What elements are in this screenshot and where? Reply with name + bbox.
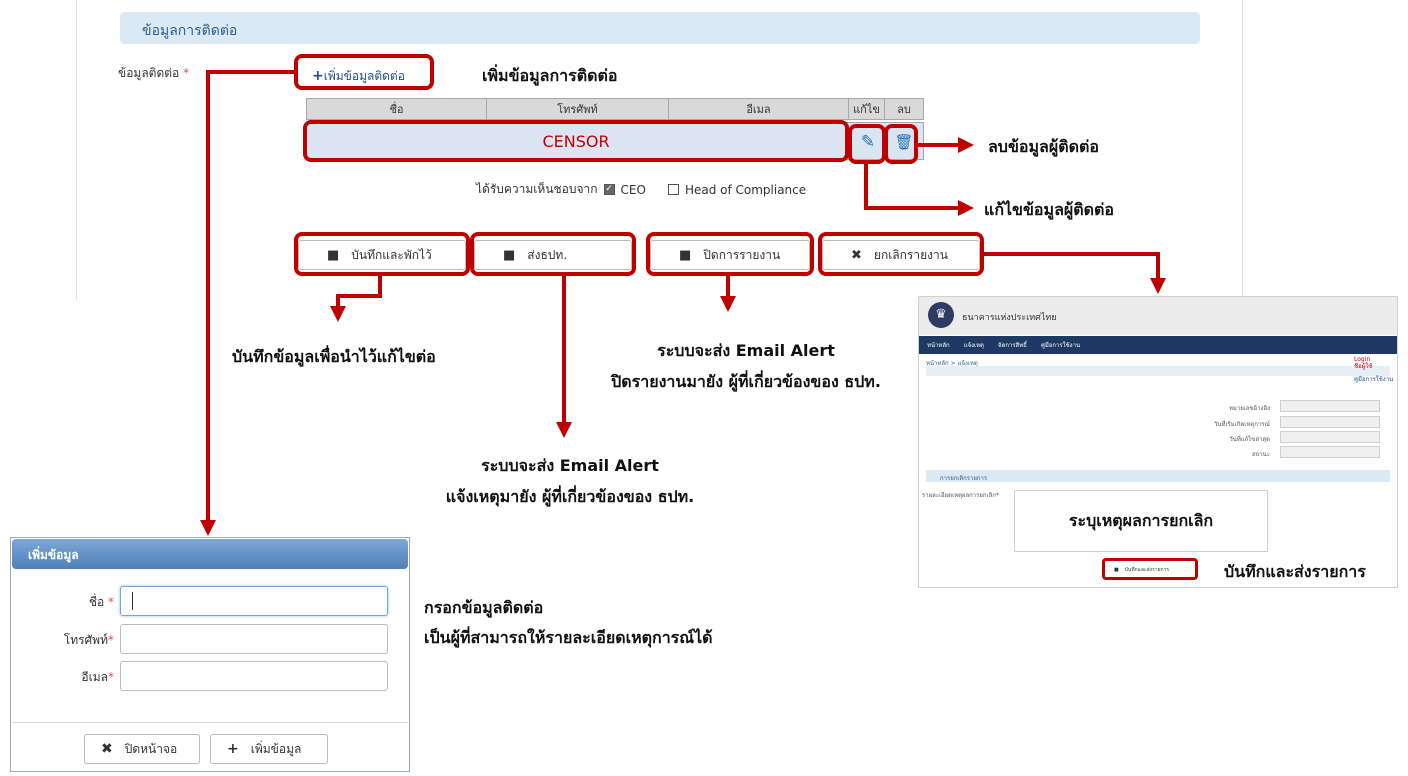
connector <box>984 252 1160 256</box>
mini-field-value <box>1280 400 1380 412</box>
note-delete-contact: ลบข้อมูลผู้ติดต่อ <box>988 137 1100 156</box>
head-of-compliance-label: Head of Compliance <box>684 182 807 197</box>
mini-nav: หน้าหลัก แจ้งเหตุ จัดการสิทธิ์ คู่มือการ… <box>919 336 1397 354</box>
connector <box>864 206 960 210</box>
contact-field-label: ข้อมูลติดต่อ * <box>118 64 189 83</box>
mini-breadcrumb-bar <box>926 366 1390 376</box>
panel-left-border <box>76 0 77 300</box>
mini-bank-name: ธนาคารแห่งประเทศไทย <box>962 313 1057 323</box>
highlight-close-report <box>646 232 814 276</box>
approval-group: ได้รับความเห็นชอบจาก ✓ CEO Head of Compl… <box>476 180 806 199</box>
plus-icon: + <box>227 741 239 757</box>
note-send-alert-2: แจ้งเหตุมายัง ผู้ที่เกี่ยวข้องของ ธปท. <box>445 487 695 506</box>
highlight-send <box>470 232 636 276</box>
connector <box>206 70 210 522</box>
note-send-alert-1: ระบบจะส่ง Email Alert <box>481 456 659 475</box>
note-edit-contact: แก้ไขข้อมูลผู้ติดต่อ <box>984 200 1115 219</box>
note-save-draft: บันทึกข้อมูลเพื่อนำไว้แก้ไขต่อ <box>232 347 436 366</box>
add-data-button[interactable]: + เพิ่มข้อมูล <box>210 734 328 764</box>
mini-field-label: วันที่แก้ไขล่าสุด <box>1229 436 1270 443</box>
text-caret <box>132 592 133 610</box>
highlight-row <box>303 120 849 162</box>
col-name: ชื่อ <box>307 99 487 119</box>
mini-field-label: สถานะ <box>1252 451 1270 458</box>
phone-label: โทรศัพท์* <box>63 633 114 647</box>
note-close-alert-2: ปิดรายงานมายัง ผู้ที่เกี่ยวข้องของ ธปท. <box>611 372 881 391</box>
col-email: อีเมล <box>669 99 849 119</box>
arrow-down-icon <box>556 422 572 438</box>
connector <box>336 294 382 298</box>
mini-breadcrumb: หน้าหลัก > แจ้งเหตุ <box>926 360 978 367</box>
mini-nav-item[interactable]: หน้าหลัก <box>927 340 950 350</box>
close-icon: ✖ <box>101 741 113 757</box>
ceo-label: CEO <box>620 182 646 197</box>
contact-table-header: ชื่อ โทรศัพท์ อีเมล แก้ไข ลบ <box>306 98 924 120</box>
mini-nav-item[interactable]: คู่มือการใช้งาน <box>1041 340 1080 350</box>
mini-section-title: การยกเลิกรายการ <box>940 475 988 482</box>
arrow-down-icon <box>200 520 216 536</box>
mini-login[interactable]: Login ชื่อผู้ใช้ <box>1354 356 1372 370</box>
email-input[interactable] <box>120 661 388 691</box>
contact-label-text: ข้อมูลติดต่อ <box>118 66 180 80</box>
mini-field-label: หมายเลขอ้างอิง <box>1228 405 1270 412</box>
arrow-down-icon <box>1150 278 1166 294</box>
ceo-checkbox[interactable]: ✓ <box>603 184 615 195</box>
modal-title: เพิ่มข้อมูล <box>28 548 79 562</box>
section-header <box>120 12 1200 44</box>
arrow-down-icon <box>330 306 346 322</box>
highlight-save-draft <box>294 232 470 276</box>
col-phone: โทรศัพท์ <box>487 99 669 119</box>
arrow-right-icon <box>958 137 974 153</box>
highlight-mini-save <box>1102 558 1198 580</box>
connector <box>864 164 868 210</box>
panel-right-border <box>1242 0 1243 300</box>
highlight-delete <box>884 124 918 164</box>
name-input[interactable] <box>120 586 388 616</box>
note-save-and-send: บันทึกและส่งรายการ <box>1224 562 1366 581</box>
note-add-contact: เพิ่มข้อมูลการติดต่อ <box>482 66 618 85</box>
note-cancel-reason: ระบุเหตุผลการยกเลิก <box>1068 510 1214 530</box>
mini-nav-item[interactable]: จัดการสิทธิ์ <box>998 340 1027 350</box>
highlight-add-contact <box>294 54 434 90</box>
mini-field-label: วันที่เริ่มเกิดเหตุการณ์ <box>1214 421 1270 428</box>
mini-reason-label: รายละเอียดเหตุผลการยกเลิก* <box>922 492 999 499</box>
arrow-right-icon <box>958 200 974 216</box>
mini-nav-item[interactable]: แจ้งเหตุ <box>964 340 984 350</box>
note-fill-contact-2: เป็นผู้ที่สามารถให้รายละเอียดเหตุการณ์ได… <box>424 628 713 647</box>
head-of-compliance-checkbox[interactable] <box>667 184 679 195</box>
connector <box>918 143 960 147</box>
highlight-edit <box>848 124 886 164</box>
email-label: อีเมล* <box>81 670 114 684</box>
mini-field-value <box>1280 416 1380 428</box>
col-delete: ลบ <box>897 103 911 116</box>
mini-section-bar <box>926 470 1390 482</box>
required-mark: * <box>183 66 190 80</box>
highlight-cancel-report <box>818 232 984 276</box>
modal-divider <box>12 722 408 723</box>
arrow-down-icon <box>720 296 736 312</box>
col-edit: แก้ไข <box>849 99 885 119</box>
note-close-alert-1: ระบบจะส่ง Email Alert <box>657 341 835 360</box>
phone-input[interactable] <box>120 624 388 654</box>
bank-logo-icon: ♛ <box>928 302 954 328</box>
mini-field-value <box>1280 446 1380 458</box>
name-label: ชื่อ * <box>88 595 114 609</box>
close-modal-button[interactable]: ✖ ปิดหน้าจอ <box>84 734 200 764</box>
close-modal-label: ปิดหน้าจอ <box>124 741 178 756</box>
connector <box>1156 252 1160 280</box>
connector <box>726 276 730 298</box>
section-title: ข้อมูลการติดต่อ <box>142 23 238 39</box>
note-fill-contact-1: กรอกข้อมูลติดต่อ <box>424 598 544 617</box>
mini-field-value <box>1280 431 1380 443</box>
connector <box>206 70 296 74</box>
approval-label: ได้รับความเห็นชอบจาก <box>476 182 598 196</box>
mini-manual-link[interactable]: คู่มือการใช้งาน <box>1354 374 1393 384</box>
add-data-label: เพิ่มข้อมูล <box>250 741 302 756</box>
